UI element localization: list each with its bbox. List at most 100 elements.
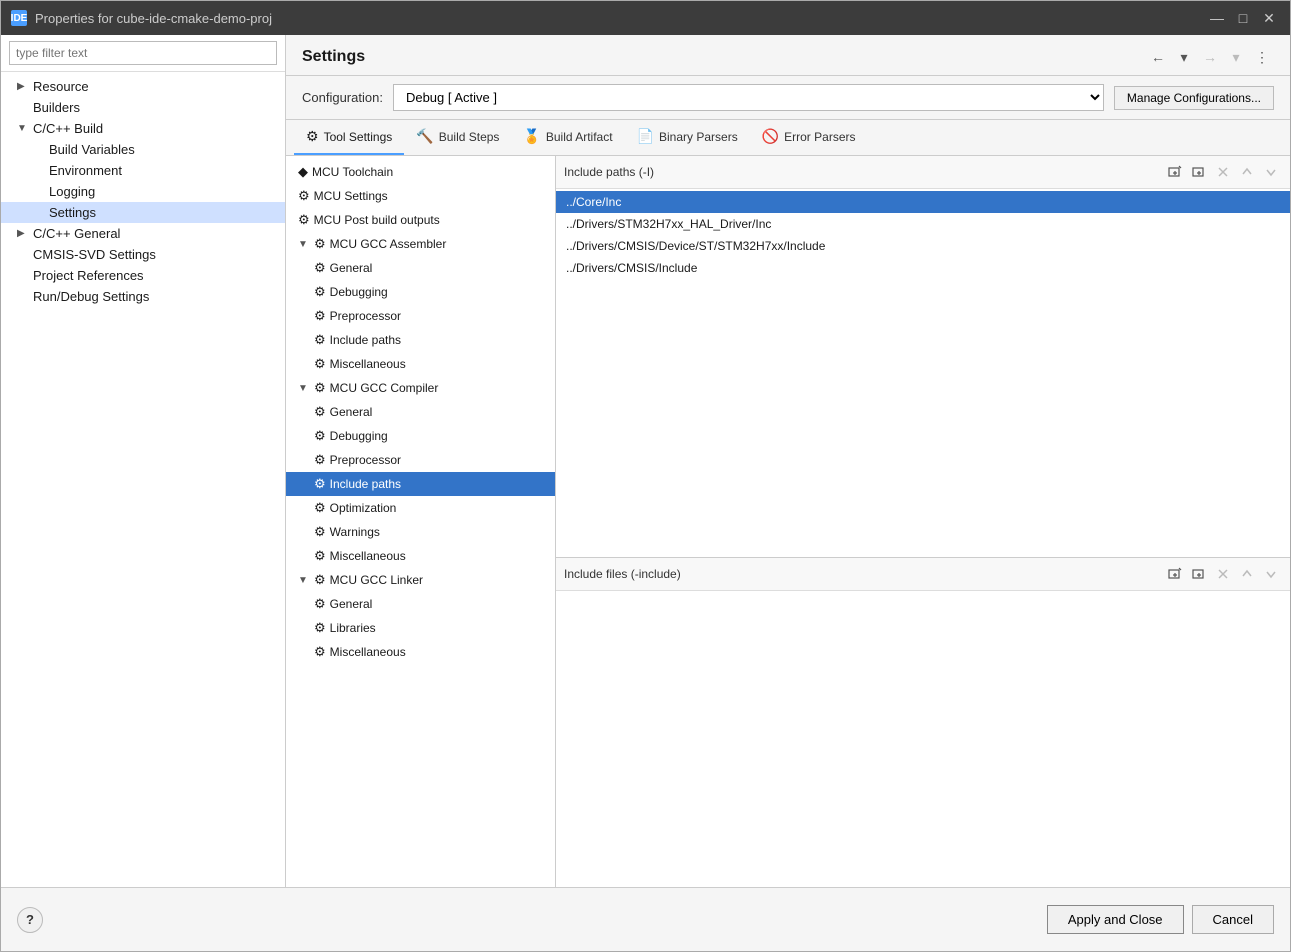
include-paths-add-external-btn[interactable] [1164,161,1186,183]
tool-tree-asm-debugging[interactable]: ⚙ Debugging [286,280,555,304]
tool-tree-comp-general[interactable]: ⚙ General [286,400,555,424]
tool-tree-asm-misc[interactable]: ⚙ Miscellaneous [286,352,555,376]
files-move-up-icon [1240,567,1254,581]
nav-forward-dropdown-button[interactable]: ▾ [1224,45,1248,69]
nav-forward-button[interactable]: → [1198,45,1222,69]
asm-general-icon: ⚙ [314,260,326,276]
include-files-title: Include files (-include) [564,567,681,581]
files-move-down-icon [1264,567,1278,581]
link-libraries-icon: ⚙ [314,620,326,636]
mcu-post-build-icon: ⚙ [298,212,310,228]
sidebar-item-build-vars[interactable]: Build Variables [1,139,285,160]
include-files-move-down-btn[interactable] [1260,563,1282,585]
comp-optimization-icon: ⚙ [314,500,326,516]
filter-input[interactable] [9,41,277,65]
sidebar: ▶ Resource Builders ▼ C/C++ Build Build … [1,35,286,887]
include-files-add-workspace-btn[interactable] [1188,563,1210,585]
main-content: ▶ Resource Builders ▼ C/C++ Build Build … [1,35,1290,887]
config-select[interactable]: Debug [ Active ] [393,84,1104,111]
cancel-button[interactable]: Cancel [1192,905,1274,934]
comp-include-paths-icon: ⚙ [314,476,326,492]
path-item-cmsis-include[interactable]: ../Drivers/CMSIS/Include [556,257,1290,279]
nav-menu-button[interactable]: ⋮ [1250,45,1274,69]
tab-error-parsers[interactable]: 🚫 Error Parsers [750,120,868,155]
sidebar-item-resource[interactable]: ▶ Resource [1,76,285,97]
sidebar-item-cmsis-svd[interactable]: CMSIS-SVD Settings [1,244,285,265]
sidebar-item-logging[interactable]: Logging [1,181,285,202]
tool-tree-link-libraries[interactable]: ⚙ Libraries [286,616,555,640]
tool-tree-mcu-post-build[interactable]: ⚙ MCU Post build outputs [286,208,555,232]
tool-tree-label-asm-debugging: Debugging [330,285,388,299]
right-panel: Settings ← ▾ → ▾ ⋮ Configuration: Debug … [286,35,1290,887]
tool-tree-mcu-gcc-assembler[interactable]: ▼ ⚙ MCU GCC Assembler [286,232,555,256]
tool-tree-comp-include-paths[interactable]: ⚙ Include paths [286,472,555,496]
sidebar-item-cpp-general[interactable]: ▶ C/C++ General [1,223,285,244]
sidebar-item-builders[interactable]: Builders [1,97,285,118]
nav-back-dropdown-button[interactable]: ▾ [1172,45,1196,69]
tool-tree-comp-warnings[interactable]: ⚙ Warnings [286,520,555,544]
tool-tree-asm-general[interactable]: ⚙ General [286,256,555,280]
tool-tree-label-link-misc: Miscellaneous [330,645,406,659]
close-button[interactable]: ✕ [1258,7,1280,29]
title-bar-controls: — □ ✕ [1206,7,1280,29]
settings-title: Settings [302,48,365,66]
tab-binary-parsers[interactable]: 📄 Binary Parsers [625,120,750,155]
tab-tool-settings[interactable]: ⚙ Tool Settings [294,120,404,155]
path-item-core-inc[interactable]: ../Core/Inc [556,191,1290,213]
include-paths-delete-btn[interactable] [1212,161,1234,183]
tool-tree-label-mcu-post-build: MCU Post build outputs [314,213,440,227]
tool-tree-link-misc[interactable]: ⚙ Miscellaneous [286,640,555,664]
sidebar-item-label-settings: Settings [49,205,96,220]
tool-tree-mcu-toolchain[interactable]: ◆ MCU Toolchain [286,160,555,184]
sidebar-item-label-cpp-general: C/C++ General [33,226,120,241]
window-title: Properties for cube-ide-cmake-demo-proj [35,11,272,26]
include-paths-title: Include paths (-I) [564,165,654,179]
path-value-cmsis-device: ../Drivers/CMSIS/Device/ST/STM32H7xx/Inc… [566,239,825,253]
sidebar-item-cpp-build[interactable]: ▼ C/C++ Build [1,118,285,139]
tab-build-steps[interactable]: 🔨 Build Steps [404,120,511,155]
include-paths-move-down-btn[interactable] [1260,161,1282,183]
tool-tree-comp-misc[interactable]: ⚙ Miscellaneous [286,544,555,568]
right-content: Include paths (-I) [556,156,1290,887]
sidebar-item-label-cmsis-svd: CMSIS-SVD Settings [33,247,156,262]
settings-header: Settings ← ▾ → ▾ ⋮ [286,35,1290,76]
panel-body: ◆ MCU Toolchain ⚙ MCU Settings ⚙ MCU Pos… [286,156,1290,887]
sidebar-item-project-refs[interactable]: Project References [1,265,285,286]
tool-tree-mcu-settings[interactable]: ⚙ MCU Settings [286,184,555,208]
tabs-row: ⚙ Tool Settings 🔨 Build Steps 🏅 Build Ar… [286,120,1290,156]
include-files-delete-btn[interactable] [1212,563,1234,585]
include-files-move-up-btn[interactable] [1236,563,1258,585]
tool-tree-comp-debugging[interactable]: ⚙ Debugging [286,424,555,448]
tool-tree-link-general[interactable]: ⚙ General [286,592,555,616]
link-misc-icon: ⚙ [314,644,326,660]
apply-and-close-button[interactable]: Apply and Close [1047,905,1184,934]
sidebar-item-environment[interactable]: Environment [1,160,285,181]
sidebar-item-label-build-vars: Build Variables [49,142,135,157]
sidebar-item-label-environment: Environment [49,163,122,178]
mcu-gcc-compiler-icon: ⚙ [314,380,326,396]
tab-build-artifact[interactable]: 🏅 Build Artifact [511,120,624,155]
include-paths-add-workspace-btn[interactable] [1188,161,1210,183]
maximize-button[interactable]: □ [1232,7,1254,29]
path-item-cmsis-device[interactable]: ../Drivers/CMSIS/Device/ST/STM32H7xx/Inc… [556,235,1290,257]
tool-tree-comp-optimization[interactable]: ⚙ Optimization [286,496,555,520]
tool-tree-asm-include-paths[interactable]: ⚙ Include paths [286,328,555,352]
sidebar-item-label-run-debug: Run/Debug Settings [33,289,149,304]
sidebar-item-settings[interactable]: Settings [1,202,285,223]
tool-tree-label-mcu-gcc-compiler: MCU GCC Compiler [330,381,439,395]
include-paths-move-up-btn[interactable] [1236,161,1258,183]
sidebar-item-run-debug[interactable]: Run/Debug Settings [1,286,285,307]
help-button[interactable]: ? [17,907,43,933]
manage-configurations-button[interactable]: Manage Configurations... [1114,86,1274,110]
files-add-external-icon [1168,567,1182,581]
nav-back-button[interactable]: ← [1146,45,1170,69]
tool-tree-label-link-libraries: Libraries [330,621,376,635]
tool-tree-comp-preprocessor[interactable]: ⚙ Preprocessor [286,448,555,472]
tool-tree-label-comp-general: General [330,405,373,419]
tool-tree-asm-preprocessor[interactable]: ⚙ Preprocessor [286,304,555,328]
include-files-add-external-btn[interactable] [1164,563,1186,585]
minimize-button[interactable]: — [1206,7,1228,29]
tool-tree-mcu-gcc-compiler[interactable]: ▼ ⚙ MCU GCC Compiler [286,376,555,400]
path-item-hal-driver[interactable]: ../Drivers/STM32H7xx_HAL_Driver/Inc [556,213,1290,235]
tool-tree-mcu-gcc-linker[interactable]: ▼ ⚙ MCU GCC Linker [286,568,555,592]
